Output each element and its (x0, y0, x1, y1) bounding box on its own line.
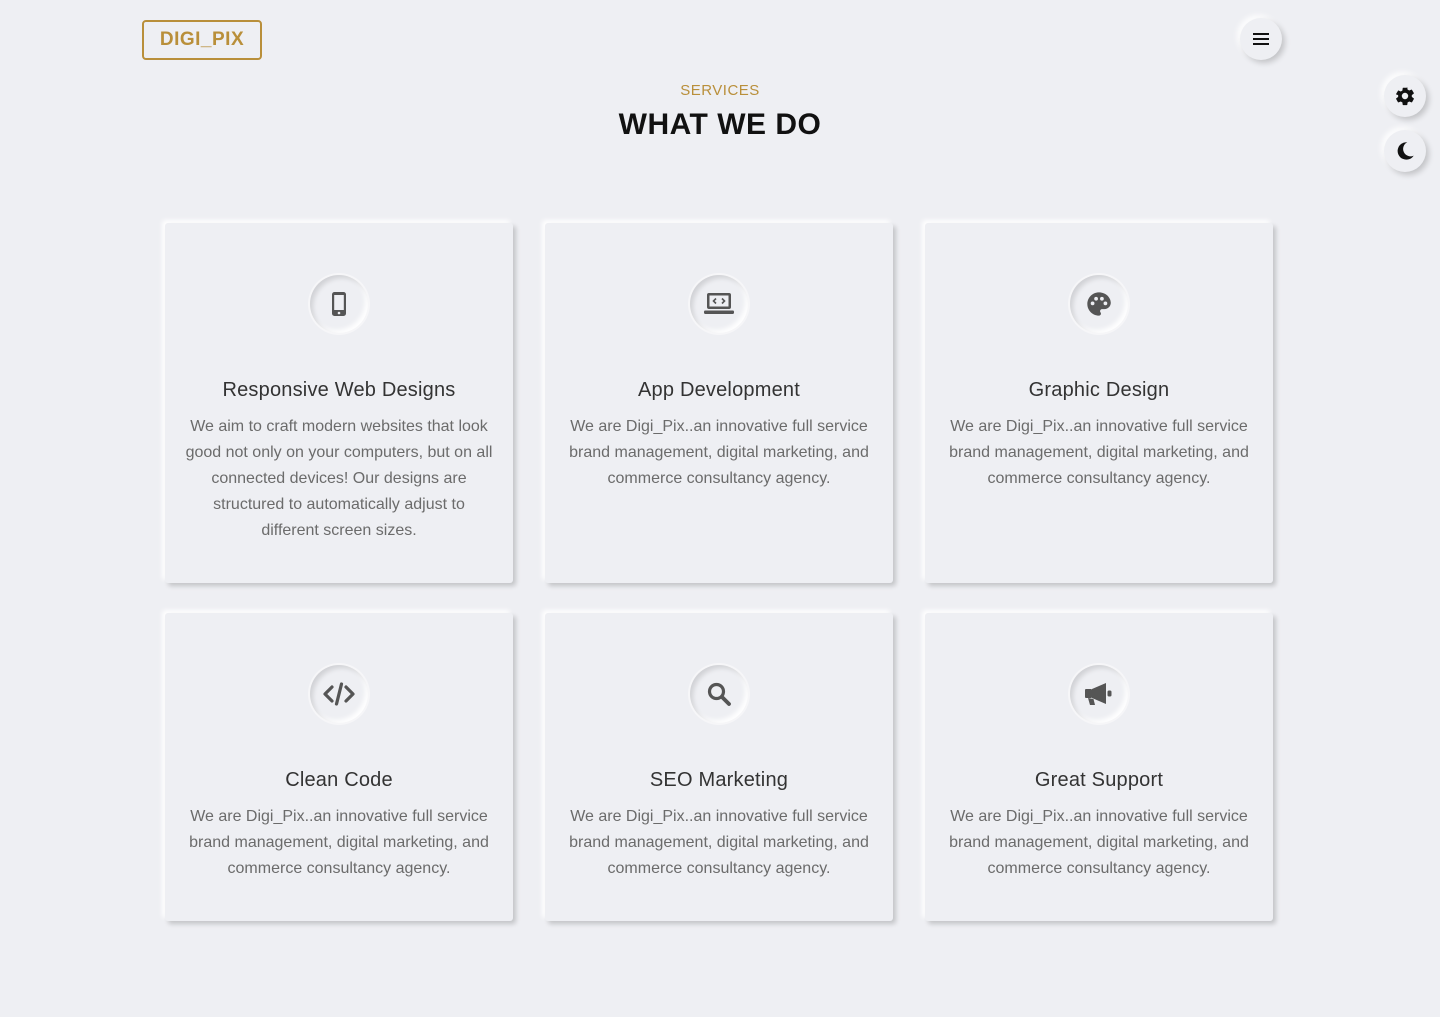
service-card-seo-marketing: SEO Marketing We are Digi_Pix..an innova… (545, 613, 893, 921)
service-icon-wrap (1070, 275, 1128, 333)
moon-icon (1397, 142, 1414, 160)
service-icon-wrap (690, 665, 748, 723)
service-icon-wrap (1070, 665, 1128, 723)
service-card-app-development: App Development We are Digi_Pix..an inno… (545, 223, 893, 583)
service-card-graphic-design: Graphic Design We are Digi_Pix..an innov… (925, 223, 1273, 583)
service-card-responsive-web-designs: Responsive Web Designs We aim to craft m… (165, 223, 513, 583)
service-description: We are Digi_Pix..an innovative full serv… (569, 418, 869, 487)
code-icon (323, 682, 355, 706)
search-icon (707, 682, 731, 706)
service-icon-wrap (690, 275, 748, 333)
section-title: WHAT WE DO (618, 108, 822, 141)
service-icon-wrap (310, 665, 368, 723)
service-description: We aim to craft modern websites that loo… (185, 418, 493, 539)
service-title: Great Support (1034, 769, 1164, 791)
service-title: App Development (638, 379, 800, 401)
mobile-phone-icon (332, 292, 346, 316)
service-card-clean-code: Clean Code We are Digi_Pix..an innovativ… (165, 613, 513, 921)
service-description: We are Digi_Pix..an innovative full serv… (569, 808, 869, 877)
hamburger-menu-icon (1253, 33, 1269, 45)
laptop-code-icon (704, 293, 734, 314)
service-title: Clean Code (285, 769, 393, 791)
palette-icon (1087, 292, 1111, 316)
service-description: We are Digi_Pix..an innovative full serv… (949, 808, 1249, 877)
service-description: We are Digi_Pix..an innovative full serv… (949, 418, 1249, 487)
service-description: We are Digi_Pix..an innovative full serv… (189, 808, 489, 877)
section-eyebrow: SERVICES (680, 82, 760, 99)
service-title: SEO Marketing (649, 769, 789, 791)
service-title: Responsive Web Designs (222, 379, 456, 401)
logo[interactable]: DIGI_PIX (142, 20, 262, 60)
megaphone-icon (1085, 683, 1112, 705)
menu-button[interactable] (1240, 18, 1282, 60)
service-card-great-support: Great Support We are Digi_Pix..an innova… (925, 613, 1273, 921)
service-title: Graphic Design (1028, 379, 1170, 401)
service-icon-wrap (310, 275, 368, 333)
